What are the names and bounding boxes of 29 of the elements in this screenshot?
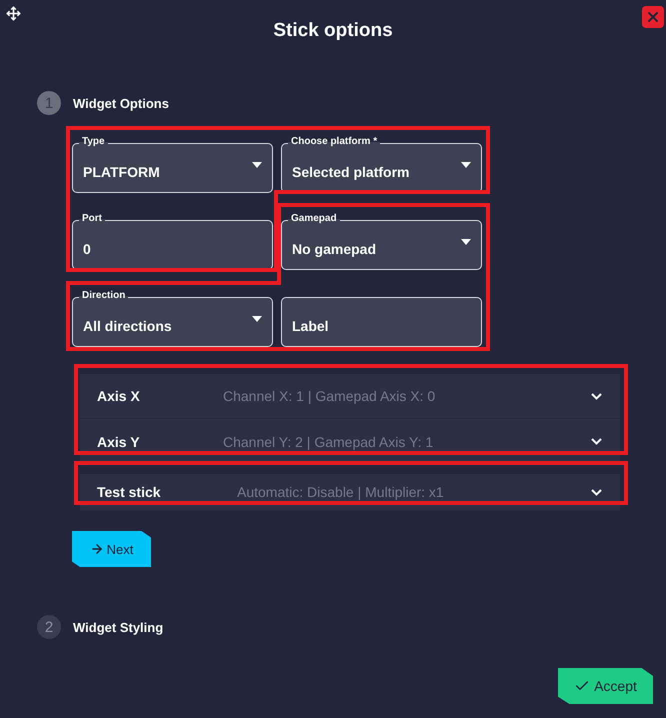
accordion-summary: Channel X: 1 | Gamepad Axis X: 0 — [223, 388, 436, 404]
caret-down-icon — [461, 162, 471, 168]
chevron-down-icon — [591, 488, 602, 496]
step-title[interactable]: Widget Options — [73, 96, 169, 110]
move-icon[interactable] — [6, 6, 21, 21]
chevron-down-icon — [591, 438, 602, 445]
close-icon — [645, 9, 661, 25]
field-label: Choose platform * — [288, 136, 380, 148]
next-button[interactable]: Next — [72, 531, 151, 567]
accordion-row[interactable]: Axis X Channel X: 1 | Gamepad Axis X: 0 — [80, 374, 620, 419]
caret-down-icon — [252, 162, 262, 168]
input-field[interactable]: 0 — [72, 220, 273, 270]
accordion-title: Axis X — [97, 388, 141, 404]
accordion-title: Test stick — [97, 484, 162, 500]
accordion-summary: Channel Y: 2 | Gamepad Axis Y: 1 — [223, 434, 434, 450]
chevron-down-icon — [591, 392, 602, 400]
step-title[interactable]: Widget Styling — [73, 620, 164, 634]
select-field[interactable]: All directions — [72, 297, 273, 347]
input-field[interactable]: Label — [281, 297, 482, 347]
accordion-title: Axis Y — [97, 434, 141, 450]
close-button[interactable] — [642, 6, 664, 28]
caret-down-icon — [252, 316, 262, 322]
field-label: Type — [79, 136, 108, 148]
field-label: Gamepad — [288, 213, 340, 225]
caret-down-icon — [461, 239, 471, 245]
accept-button[interactable]: Accept — [558, 668, 653, 704]
dialog-title: Stick options — [273, 20, 393, 42]
accordion-summary: Automatic: Disable | Multiplier: x1 — [237, 484, 445, 500]
step-number: 2 — [37, 615, 61, 639]
